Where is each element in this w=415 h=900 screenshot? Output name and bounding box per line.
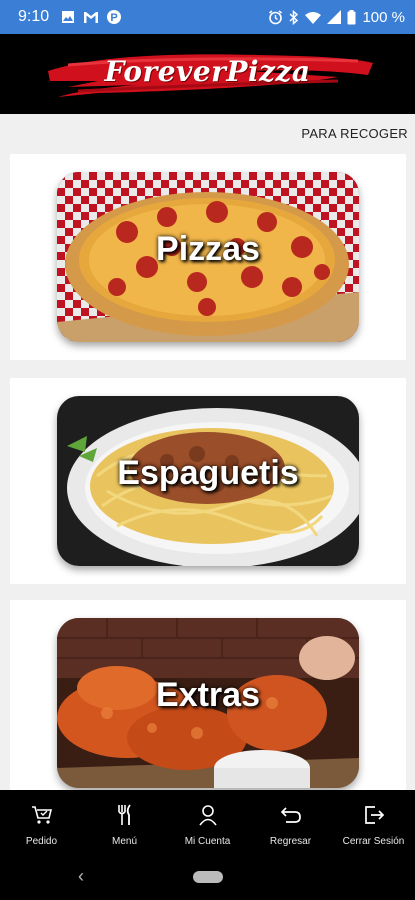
user-icon (198, 804, 217, 826)
signal-icon (327, 10, 342, 24)
nav-label: Menú (111, 836, 137, 847)
brand-logo: ForeverPizza (38, 41, 378, 107)
pizza-photo[interactable]: Pizzas (57, 172, 359, 342)
spaghetti-photo[interactable]: Espaguetis (57, 396, 359, 566)
bluetooth-icon (289, 9, 299, 25)
parking-icon: P (107, 10, 122, 24)
image-icon (61, 10, 75, 24)
category-label: Extras (156, 676, 260, 714)
menu-card-espaguetis[interactable]: Espaguetis (10, 378, 406, 584)
nav-item-menu[interactable]: Menú (83, 790, 166, 854)
nav-label: Cerrar Sesión (342, 836, 405, 847)
nav-item-regresar[interactable]: Regresar (249, 790, 332, 854)
order-mode-bar: PARA RECOGER (0, 114, 415, 154)
nav-label: Regresar (269, 836, 312, 847)
logout-icon (363, 804, 385, 826)
bottom-navigation: Pedido Menú Mi Cuenta Regresar Cerrar Se… (0, 790, 415, 854)
battery-icon (347, 9, 356, 25)
nav-label: Pedido (25, 836, 58, 847)
gmail-icon (83, 11, 99, 24)
svg-text:P: P (110, 12, 117, 24)
nav-item-mi-cuenta[interactable]: Mi Cuenta (166, 790, 249, 854)
return-icon (280, 804, 302, 826)
system-navigation-bar: ‹ (0, 854, 415, 900)
status-left: 9:10 P (18, 8, 122, 26)
menu-card-extras[interactable]: Extras (10, 600, 406, 806)
category-label: Espaguetis (117, 454, 299, 492)
category-label: Pizzas (156, 230, 260, 268)
cart-icon (31, 804, 53, 826)
status-time: 9:10 (18, 8, 50, 25)
fork-knife-icon (116, 804, 134, 826)
home-pill-icon[interactable] (193, 871, 223, 883)
status-right: 100 % (268, 9, 405, 26)
battery-percent: 100 % (362, 8, 405, 26)
nav-label: Mi Cuenta (184, 836, 231, 847)
nav-item-pedido[interactable]: Pedido (0, 790, 83, 854)
nav-item-cerrar-sesion[interactable]: Cerrar Sesión (332, 790, 415, 854)
back-chevron-icon[interactable]: ‹ (78, 866, 84, 887)
logo-text: ForeverPizza (104, 55, 311, 88)
wings-photo[interactable]: Extras (57, 618, 359, 788)
menu-card-pizzas[interactable]: Pizzas (10, 154, 406, 360)
alarm-icon (268, 9, 283, 25)
order-mode-label[interactable]: PARA RECOGER (301, 126, 408, 141)
status-bar: 9:10 P 100 % (0, 0, 415, 34)
wifi-icon (305, 11, 322, 24)
app-header: ForeverPizza (0, 34, 415, 114)
